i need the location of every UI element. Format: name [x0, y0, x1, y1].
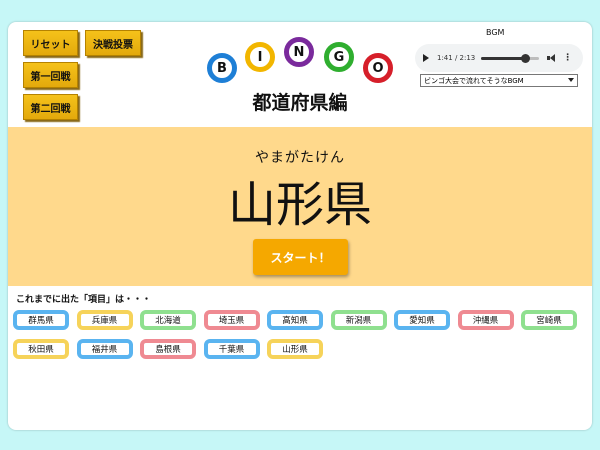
bingo-ball-o: O [363, 53, 393, 83]
audio-seek-handle[interactable] [521, 53, 531, 63]
bingo-ball-b: B [207, 53, 237, 83]
history-item: 秋田県 [13, 339, 69, 359]
history-item: 千葉県 [203, 339, 260, 359]
history-item: 宮崎県 [521, 310, 577, 330]
reset-button[interactable]: リセット [23, 30, 78, 56]
history-item: 北海道 [140, 310, 196, 330]
current-item-name: 山形県 [227, 177, 372, 233]
audio-seek-bar[interactable] [481, 53, 540, 63]
audio-progress-fill [481, 56, 526, 60]
audio-time: 1:41 / 2:13 [437, 54, 476, 62]
history-item: 高知県 [267, 310, 323, 330]
history-label: これまでに出た「項目」は・・・ [16, 295, 152, 305]
bgm-select-value: ビンゴ大会で流れてそうなBGM [424, 76, 524, 85]
more-options-icon[interactable]: ⋮ [563, 53, 572, 63]
history-item: 兵庫県 [76, 310, 133, 330]
audio-player[interactable]: 1:41 / 2:13 ⋮ [415, 44, 583, 72]
bgm-select[interactable]: ビンゴ大会で流れてそうなBGM [420, 74, 578, 87]
volume-icon[interactable] [547, 54, 557, 62]
round-one-button[interactable]: 第一回戦 [23, 62, 78, 88]
history-item: 埼玉県 [203, 310, 260, 330]
bingo-ball-i: I [245, 42, 275, 72]
history-item: 群馬県 [13, 310, 69, 330]
page-subtitle: 都道府県編 [252, 92, 348, 114]
history-item: 福井県 [76, 339, 133, 359]
bingo-card: リセット 決戦投票 第一回戦 第二回戦 BINGO 都道府県編 BGM 1:41… [8, 22, 592, 430]
bgm-label: BGM [486, 28, 505, 37]
round-two-button[interactable]: 第二回戦 [23, 94, 78, 120]
chevron-down-icon [568, 78, 574, 82]
final-vote-button[interactable]: 決戦投票 [85, 30, 141, 56]
history-item: 新潟県 [330, 310, 387, 330]
play-icon[interactable] [423, 54, 429, 62]
bingo-ball-g: G [324, 42, 354, 72]
bingo-ball-n: N [284, 37, 314, 67]
current-item-reading: やまがたけん [255, 150, 345, 166]
history-item: 島根県 [140, 339, 196, 359]
history-item: 愛知県 [394, 310, 450, 330]
history-item: 山形県 [267, 339, 323, 359]
current-item-panel: やまがたけん 山形県 スタート！ [8, 127, 592, 286]
history-item: 沖縄県 [457, 310, 514, 330]
start-button[interactable]: スタート！ [253, 239, 348, 275]
